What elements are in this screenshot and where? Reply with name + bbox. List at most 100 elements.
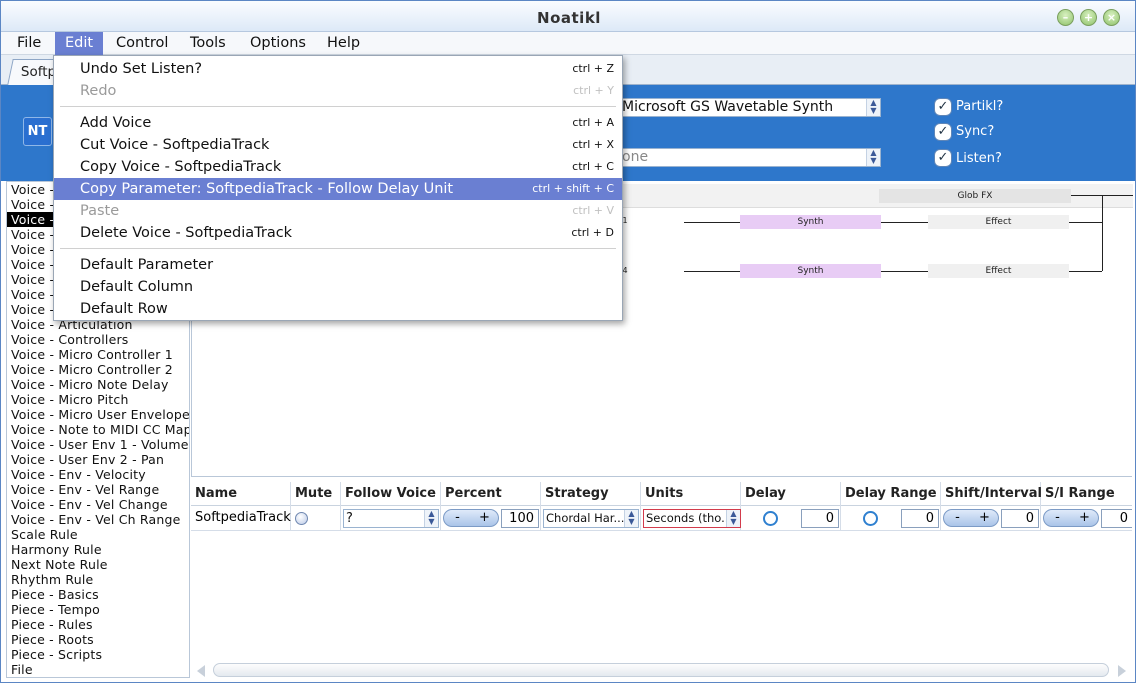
menu-item-copy-parameter[interactable]: Copy Parameter: SoftpediaTrack - Follow … bbox=[54, 178, 622, 200]
column-mute[interactable]: Mute bbox=[291, 482, 341, 506]
list-item[interactable]: Voice - Env - Velocity bbox=[7, 467, 189, 482]
si-range-stepper[interactable]: - + bbox=[1043, 509, 1099, 527]
list-item[interactable]: File bbox=[7, 662, 189, 677]
tab-label: Softp bbox=[20, 64, 57, 80]
list-item[interactable]: Piece - Basics bbox=[7, 587, 189, 602]
percent-field[interactable]: 100 bbox=[501, 509, 539, 528]
synth-select[interactable]: Microsoft GS Wavetable Synth ▲ ▼ bbox=[619, 98, 881, 117]
menu-help[interactable]: Help bbox=[317, 32, 370, 55]
strategy-select[interactable]: Chordal Har... ▲ ▼ bbox=[543, 509, 639, 528]
delay-field[interactable]: 0 bbox=[801, 509, 839, 528]
menu-item-copy-voice[interactable]: Copy Voice - SoftpediaTrack ctrl + C bbox=[54, 156, 622, 178]
list-item[interactable]: Next Note Rule bbox=[7, 557, 189, 572]
menu-control[interactable]: Control bbox=[106, 32, 178, 55]
graph-link bbox=[1102, 195, 1103, 271]
list-item[interactable]: Voice - Controllers bbox=[7, 332, 189, 347]
list-item[interactable]: Rhythm Rule bbox=[7, 572, 189, 587]
synth-node[interactable]: Synth bbox=[740, 264, 881, 278]
sync-checkbox[interactable]: ✓ bbox=[934, 123, 952, 141]
delay-range-field[interactable]: 0 bbox=[901, 509, 939, 528]
column-units[interactable]: Units bbox=[641, 482, 741, 506]
list-item[interactable]: Voice - Note to MIDI CC Map bbox=[7, 422, 189, 437]
menu-tools[interactable]: Tools bbox=[180, 32, 236, 55]
menu-item-default-column[interactable]: Default Column bbox=[54, 276, 622, 298]
partikl-checkbox[interactable]: ✓ bbox=[934, 98, 952, 116]
plus-button[interactable]: + bbox=[1071, 510, 1098, 526]
shortcut-label: ctrl + X bbox=[572, 138, 614, 151]
scroll-thumb[interactable] bbox=[213, 663, 1109, 677]
percent-stepper[interactable]: - + bbox=[443, 509, 499, 527]
follow-voice-value: ? bbox=[346, 511, 353, 526]
list-item[interactable]: Voice - User Env 1 - Volume bbox=[7, 437, 189, 452]
voice-name-cell[interactable]: SoftpediaTrack bbox=[191, 506, 291, 531]
shift-interval-stepper[interactable]: - + bbox=[943, 509, 999, 527]
scroll-right-icon[interactable] bbox=[1118, 665, 1126, 677]
glob-fx-node[interactable]: Glob FX bbox=[879, 189, 1071, 203]
list-item[interactable]: Voice - Micro User Envelope 1 bbox=[7, 407, 189, 422]
menu-item-default-row[interactable]: Default Row bbox=[54, 298, 622, 320]
shift-interval-field[interactable]: 0 bbox=[1001, 509, 1039, 528]
delay-range-cell: 0 bbox=[841, 506, 941, 531]
units-select[interactable]: Seconds (tho... ▲ ▼ bbox=[643, 509, 741, 528]
list-item[interactable]: Voice - Env - Vel Range bbox=[7, 482, 189, 497]
list-item[interactable]: Piece - Rules bbox=[7, 617, 189, 632]
list-item[interactable]: Piece - Scripts bbox=[7, 647, 189, 662]
strategy-cell: Chordal Har... ▲ ▼ bbox=[541, 506, 641, 531]
list-item[interactable]: Piece - Roots bbox=[7, 632, 189, 647]
column-follow-voice[interactable]: Follow Voice bbox=[341, 482, 441, 506]
menu-separator bbox=[60, 248, 616, 249]
menu-options[interactable]: Options bbox=[240, 32, 316, 55]
shortcut-label: ctrl + Y bbox=[573, 84, 614, 97]
delay-dial-icon[interactable] bbox=[763, 511, 778, 526]
list-item[interactable]: Voice - Micro Controller 1 bbox=[7, 347, 189, 362]
list-item[interactable]: Voice - Micro Controller 2 bbox=[7, 362, 189, 377]
effect-node[interactable]: Effect bbox=[928, 215, 1069, 229]
list-item[interactable]: Voice - Micro Pitch bbox=[7, 392, 189, 407]
minus-button[interactable]: - bbox=[944, 510, 971, 526]
column-percent[interactable]: Percent bbox=[441, 482, 541, 506]
scroll-left-icon[interactable] bbox=[197, 665, 205, 677]
menu-item-label: Default Column bbox=[80, 279, 194, 295]
menu-edit[interactable]: Edit bbox=[55, 32, 104, 55]
listen-checkbox[interactable]: ✓ bbox=[934, 149, 952, 167]
minus-button[interactable]: - bbox=[444, 510, 471, 526]
menu-item-delete-voice[interactable]: Delete Voice - SoftpediaTrack ctrl + D bbox=[54, 222, 622, 244]
list-item-selected[interactable]: Voice - bbox=[7, 212, 55, 227]
list-item[interactable]: Scale Rule bbox=[7, 527, 189, 542]
units-cell: Seconds (tho... ▲ ▼ bbox=[641, 506, 741, 531]
menu-item-cut-voice[interactable]: Cut Voice - SoftpediaTrack ctrl + X bbox=[54, 134, 622, 156]
list-item[interactable]: Voice - Micro Note Delay bbox=[7, 377, 189, 392]
column-delay-range[interactable]: Delay Range bbox=[841, 482, 941, 506]
list-item[interactable]: Harmony Rule bbox=[7, 542, 189, 557]
close-button[interactable]: × bbox=[1103, 9, 1120, 26]
menu-item-paste[interactable]: Paste ctrl + V bbox=[54, 200, 622, 222]
minimize-button[interactable]: – bbox=[1057, 9, 1074, 26]
menu-file[interactable]: File bbox=[7, 32, 51, 55]
list-item[interactable]: Voice - User Env 2 - Pan bbox=[7, 452, 189, 467]
follow-voice-select[interactable]: ? ▲ ▼ bbox=[343, 509, 439, 528]
mute-radio[interactable] bbox=[295, 512, 308, 525]
list-item[interactable]: Voice - Env - Vel Ch Range bbox=[7, 512, 189, 527]
menu-item-add-voice[interactable]: Add Voice ctrl + A bbox=[54, 112, 622, 134]
plus-button[interactable]: + bbox=[971, 510, 998, 526]
list-item[interactable]: Voice - Env - Vel Change bbox=[7, 497, 189, 512]
effect-node[interactable]: Effect bbox=[928, 264, 1069, 278]
plus-button[interactable]: + bbox=[471, 510, 498, 526]
column-delay[interactable]: Delay bbox=[741, 482, 841, 506]
synth-node[interactable]: Synth bbox=[740, 215, 881, 229]
list-item[interactable]: Piece - Tempo bbox=[7, 602, 189, 617]
column-strategy[interactable]: Strategy bbox=[541, 482, 641, 506]
column-si-range[interactable]: S/I Range bbox=[1041, 482, 1132, 506]
menu-item-undo[interactable]: Undo Set Listen? ctrl + Z bbox=[54, 58, 622, 80]
si-range-field[interactable]: 0 bbox=[1101, 509, 1132, 528]
horizontal-scrollbar[interactable] bbox=[191, 661, 1132, 679]
maximize-button[interactable]: + bbox=[1080, 9, 1097, 26]
menu-item-default-parameter[interactable]: Default Parameter bbox=[54, 254, 622, 276]
second-device-select[interactable]: one ▲ ▼ bbox=[619, 148, 881, 167]
shortcut-label: ctrl + D bbox=[571, 226, 614, 239]
minus-button[interactable]: - bbox=[1044, 510, 1071, 526]
column-name[interactable]: Name bbox=[191, 482, 291, 506]
delay-range-dial-icon[interactable] bbox=[863, 511, 878, 526]
column-shift-interval[interactable]: Shift/Interval bbox=[941, 482, 1042, 506]
menu-item-redo[interactable]: Redo ctrl + Y bbox=[54, 80, 622, 102]
